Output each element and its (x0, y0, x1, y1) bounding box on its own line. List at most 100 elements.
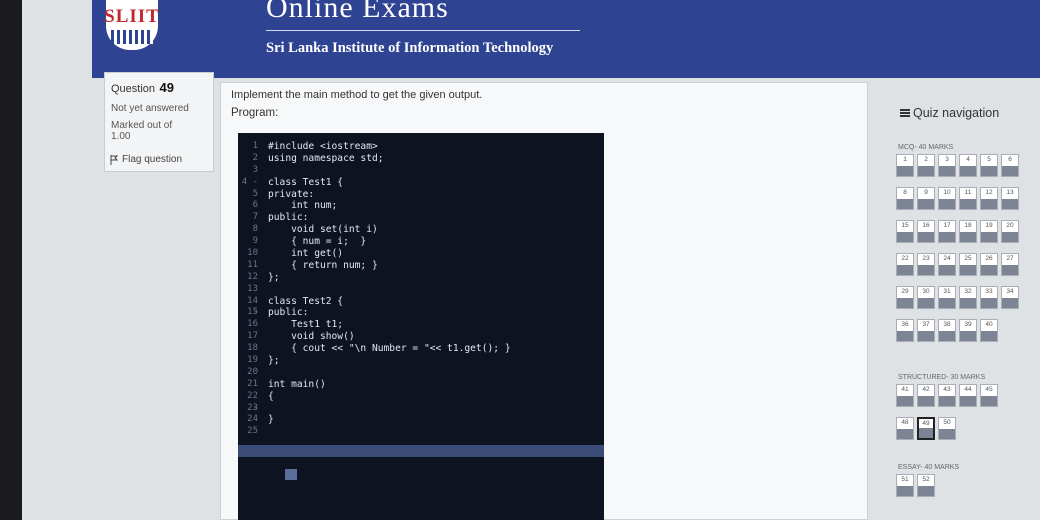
quiz-nav-question-25[interactable]: 25 (959, 253, 977, 276)
code-line[interactable] (268, 426, 604, 438)
quiz-nav-question-22[interactable]: 22 (896, 253, 914, 276)
quiz-nav-question-36[interactable]: 36 (896, 319, 914, 342)
line-number-gutter: 1234 -5 6 7 8 9 10 11 12 13 14 -15 16 17 18 19 20 21 22 … (238, 141, 260, 438)
quiz-nav-question-34[interactable]: 34 (1001, 286, 1019, 309)
question-number: 49 (159, 80, 174, 95)
quiz-nav-question-43[interactable]: 43 (938, 384, 956, 407)
line-number: 23 (247, 402, 258, 413)
quiz-nav-question-18[interactable]: 18 (959, 220, 977, 243)
active-line-highlight (238, 445, 604, 457)
flag-question-button[interactable]: Flag question (110, 154, 182, 165)
code-editor[interactable]: 1234 -5 6 7 8 9 10 11 12 13 14 -15 16 17 18 19 20 21 22 … (238, 133, 604, 520)
code-line[interactable]: void show() (268, 331, 604, 343)
code-line[interactable]: class Test2 { (268, 296, 604, 308)
question-prompt: Implement the main method to get the giv… (231, 89, 483, 101)
code-line[interactable]: void set(int i) (268, 224, 604, 236)
code-line[interactable]: { (268, 391, 604, 403)
quiz-navigation-title: Quiz navigation (900, 106, 999, 120)
code-line[interactable]: public: (268, 212, 604, 224)
quiz-nav-row: 36 37 38 39 40 (896, 319, 998, 342)
quiz-nav-question-52[interactable]: 52 (917, 474, 935, 497)
quiz-nav-question-20[interactable]: 20 (1001, 220, 1019, 243)
quiz-nav-question-10[interactable]: 10 (938, 187, 956, 210)
code-line[interactable]: int num; (268, 200, 604, 212)
quiz-nav-question-37[interactable]: 37 (917, 319, 935, 342)
quiz-nav-question-50[interactable]: 50 (938, 417, 956, 440)
quiz-nav-question-3[interactable]: 3 (938, 154, 956, 177)
code-line[interactable]: }; (268, 272, 604, 284)
quiz-nav-question-51[interactable]: 51 (896, 474, 914, 497)
quiz-nav-row: 29 30 31 32 33 34 (896, 286, 1019, 309)
quiz-nav-question-41[interactable]: 41 (896, 384, 914, 407)
site-subtitle: Sri Lanka Institute of Information Techn… (266, 40, 554, 56)
quiz-nav-question-9[interactable]: 9 (917, 187, 935, 210)
code-line[interactable] (268, 165, 604, 177)
quiz-nav-question-39[interactable]: 39 (959, 319, 977, 342)
quiz-nav-question-48[interactable]: 48 (896, 417, 914, 440)
quiz-nav-question-29[interactable]: 29 (896, 286, 914, 309)
quiz-nav-question-8[interactable]: 8 (896, 187, 914, 210)
quiz-nav-question-26[interactable]: 26 (980, 253, 998, 276)
quiz-nav-question-49[interactable]: 49 (917, 417, 935, 440)
code-line[interactable]: { return num; } (268, 260, 604, 272)
marks-value: 1.00 (111, 131, 131, 142)
code-lines[interactable]: #include <iostream> using namespace std; c… (268, 141, 604, 438)
line-number: 1 (252, 141, 258, 151)
code-line[interactable] (268, 403, 604, 415)
quiz-nav-question-45[interactable]: 45 (980, 384, 998, 407)
quiz-nav-question-15[interactable]: 15 (896, 220, 914, 243)
code-line[interactable]: public: (268, 307, 604, 319)
code-line[interactable]: #include <iostream> (268, 141, 604, 153)
quiz-nav-question-27[interactable]: 27 (1001, 253, 1019, 276)
quiz-section-label: MCQ- 40 MARKS (898, 144, 954, 151)
quiz-nav-row: 48 49 50 (896, 417, 956, 440)
line-number: 3 (252, 164, 258, 175)
code-line[interactable] (268, 367, 604, 379)
quiz-nav-question-5[interactable]: 5 (980, 154, 998, 177)
quiz-nav-question-12[interactable]: 12 (980, 187, 998, 210)
quiz-nav-question-13[interactable]: 13 (1001, 187, 1019, 210)
code-line[interactable]: Test1 t1; (268, 319, 604, 331)
line-number: 10 (247, 248, 258, 259)
line-number: 16 (247, 319, 258, 330)
quiz-nav-question-40[interactable]: 40 (980, 319, 998, 342)
code-line[interactable]: private: (268, 189, 604, 201)
code-line[interactable]: int main() (268, 379, 604, 391)
quiz-nav-question-31[interactable]: 31 (938, 286, 956, 309)
quiz-nav-question-4[interactable]: 4 (959, 154, 977, 177)
quiz-nav-question-1[interactable]: 1 (896, 154, 914, 177)
line-number: 12 (247, 271, 258, 282)
code-line[interactable] (268, 284, 604, 296)
code-line[interactable]: } (268, 414, 604, 426)
line-number: 19 (247, 355, 258, 366)
quiz-nav-question-24[interactable]: 24 (938, 253, 956, 276)
code-line[interactable]: int get() (268, 248, 604, 260)
code-line[interactable]: { cout << "\n Number = "<< t1.get(); } (268, 343, 604, 355)
quiz-nav-row: 41 42 43 44 45 (896, 384, 998, 407)
quiz-nav-question-23[interactable]: 23 (917, 253, 935, 276)
code-line[interactable]: { num = i; } (268, 236, 604, 248)
sliit-logo[interactable]: SLIIT (104, 0, 160, 52)
quiz-nav-question-44[interactable]: 44 (959, 384, 977, 407)
quiz-nav-question-38[interactable]: 38 (938, 319, 956, 342)
line-number: 11 (247, 259, 258, 270)
line-number: 5 (252, 188, 258, 199)
quiz-nav-question-11[interactable]: 11 (959, 187, 977, 210)
line-number: 21 (247, 378, 258, 389)
quiz-nav-question-16[interactable]: 16 (917, 220, 935, 243)
code-line[interactable]: class Test1 { (268, 177, 604, 189)
code-line[interactable]: using namespace std; (268, 153, 604, 165)
quiz-nav-question-32[interactable]: 32 (959, 286, 977, 309)
menu-icon (900, 109, 910, 117)
browser-screen: SLIIT Online Exams Sri Lanka Institute o… (22, 0, 1040, 520)
code-line[interactable]: }; (268, 355, 604, 367)
quiz-nav-question-30[interactable]: 30 (917, 286, 935, 309)
quiz-nav-question-42[interactable]: 42 (917, 384, 935, 407)
quiz-nav-question-2[interactable]: 2 (917, 154, 935, 177)
quiz-nav-row: 15 16 17 18 19 20 (896, 220, 1019, 243)
quiz-nav-question-33[interactable]: 33 (980, 286, 998, 309)
quiz-nav-question-17[interactable]: 17 (938, 220, 956, 243)
quiz-nav-question-19[interactable]: 19 (980, 220, 998, 243)
quiz-nav-question-6[interactable]: 6 (1001, 154, 1019, 177)
site-header (92, 0, 1040, 78)
